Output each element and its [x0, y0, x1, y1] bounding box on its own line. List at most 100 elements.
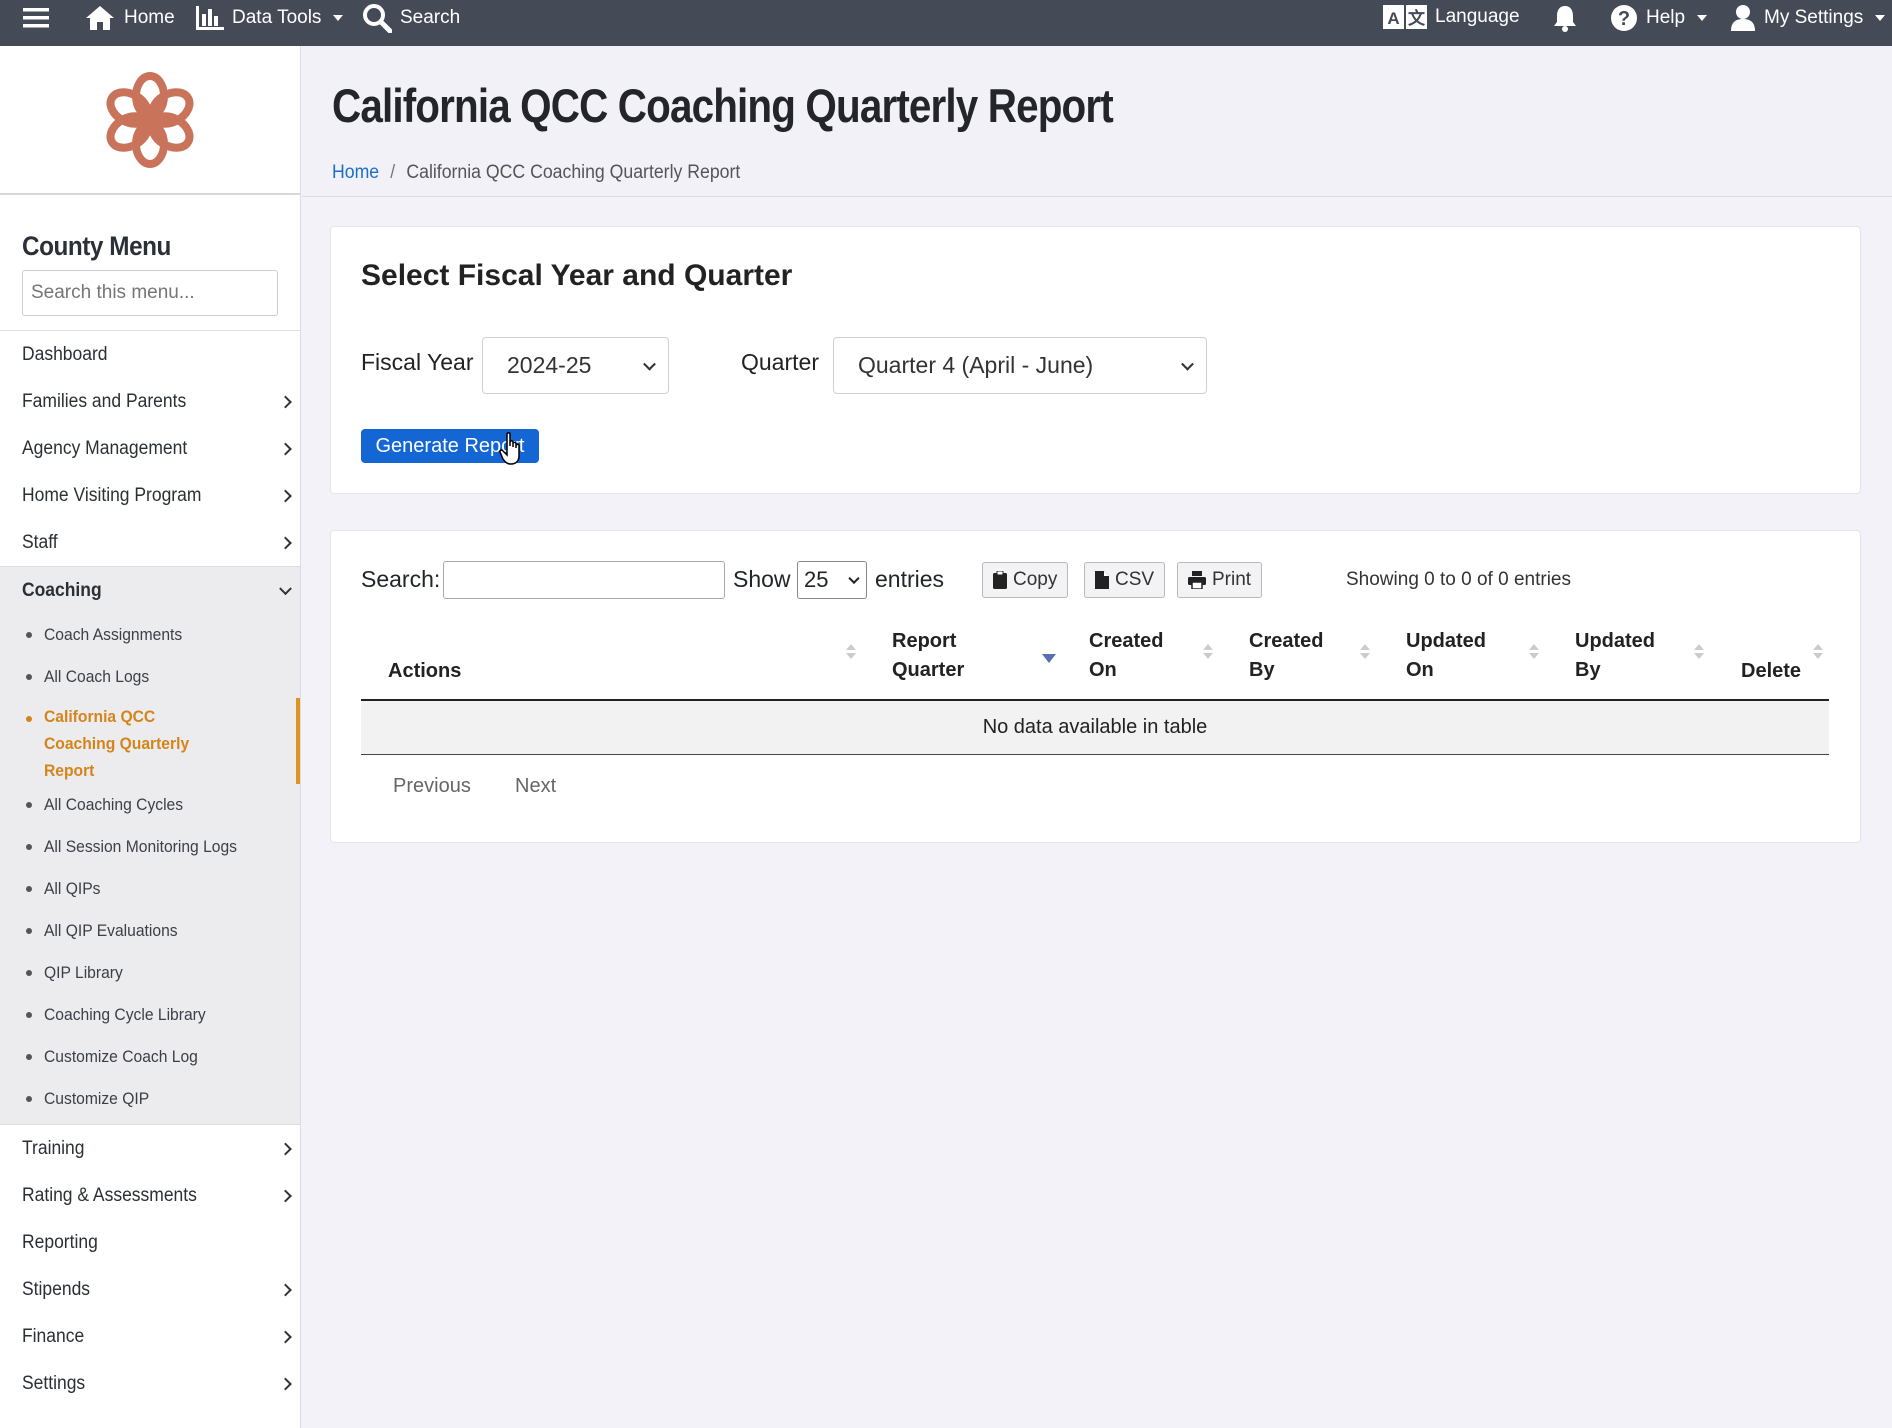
translate-icon: A文 — [1383, 5, 1427, 29]
column-header-actions[interactable]: Actions — [388, 657, 461, 686]
sidebar-item-training[interactable]: Training — [0, 1125, 300, 1172]
column-header-label: Updated — [1406, 630, 1486, 652]
copy-button[interactable]: Copy — [982, 562, 1069, 598]
show-label: Show — [733, 566, 791, 592]
svg-text:?: ? — [1618, 8, 1630, 30]
coaching-section: Coaching Coach Assignments All Coach Logs… — [0, 566, 300, 1125]
bullet-icon — [26, 928, 32, 934]
sidebar-item-coaching[interactable]: Coaching — [0, 567, 300, 614]
quarter-select[interactable]: Quarter 4 (April - June) — [833, 337, 1207, 394]
submenu-item-coach-assignments[interactable]: Coach Assignments — [0, 614, 300, 656]
bullet-icon — [26, 674, 32, 680]
submenu-item-all-qips[interactable]: All QIPs — [0, 868, 300, 910]
table-info: Showing 0 to 0 of 0 entries — [1346, 569, 1571, 590]
breadcrumb-home-link[interactable]: Home — [332, 162, 379, 183]
filter-card: Select Fiscal Year and Quarter Fiscal Ye… — [330, 226, 1861, 494]
home-icon — [86, 6, 114, 30]
submenu-item-all-session-monitoring-logs[interactable]: All Session Monitoring Logs — [0, 826, 300, 868]
pagination-next[interactable]: Next — [515, 775, 556, 798]
submenu-item-label: All Session Monitoring Logs — [44, 837, 237, 856]
submenu-item-customize-coach-log[interactable]: Customize Coach Log — [0, 1036, 300, 1078]
hamburger-menu-icon[interactable] — [23, 6, 49, 35]
nav-my-settings[interactable]: My Settings — [1730, 4, 1886, 32]
nav-data-tools[interactable]: Data Tools — [196, 6, 344, 30]
menu-list-bottom: Training Rating & Assessments Reporting Sti… — [0, 1125, 300, 1407]
breadcrumb: Home / California QCC Coaching Quarterly R… — [332, 162, 740, 184]
chevron-right-icon — [279, 442, 292, 455]
sidebar-item-home-visiting-program[interactable]: Home Visiting Program — [0, 472, 300, 519]
chevron-right-icon — [279, 395, 292, 408]
bell-icon[interactable] — [1553, 4, 1577, 37]
breadcrumb-separator: / — [390, 162, 396, 183]
sort-down-icon — [1694, 653, 1704, 659]
submenu-item-label: All QIPs — [44, 879, 101, 898]
column-header-updated-on[interactable]: Updated On — [1406, 627, 1486, 685]
csv-button[interactable]: CSV — [1084, 562, 1166, 598]
print-button[interactable]: Print — [1177, 562, 1263, 598]
sidebar-item-finance[interactable]: Finance — [0, 1313, 300, 1360]
sort-down-icon — [1360, 653, 1370, 659]
column-header-label: By — [1575, 659, 1601, 681]
submenu-item-all-qip-evaluations[interactable]: All QIP Evaluations — [0, 910, 300, 952]
nav-help[interactable]: ? Help — [1610, 4, 1708, 32]
sidebar-item-stipends[interactable]: Stipends — [0, 1266, 300, 1313]
column-header-created-on[interactable]: Created On — [1089, 627, 1163, 685]
bullet-icon — [26, 1054, 32, 1060]
nav-language[interactable]: A文 Language — [1383, 5, 1520, 29]
column-header-report-quarter[interactable]: Report Quarter — [892, 627, 964, 685]
help-icon: ? — [1611, 5, 1637, 31]
sidebar-item-dashboard[interactable]: Dashboard — [0, 331, 300, 378]
chevron-down-icon — [279, 581, 292, 595]
sidebar-item-staff[interactable]: Staff — [0, 519, 300, 566]
chevron-right-icon — [279, 1283, 292, 1296]
sidebar-item-families-and-parents[interactable]: Families and Parents — [0, 378, 300, 425]
sidebar-item-reporting[interactable]: Reporting — [0, 1219, 300, 1266]
submenu-item-customize-qip[interactable]: Customize QIP — [0, 1078, 300, 1120]
menu-search-input[interactable] — [22, 270, 278, 316]
svg-text:A: A — [1387, 9, 1399, 28]
table-empty-row: No data available in table — [361, 701, 1829, 755]
submenu-item-all-coaching-cycles[interactable]: All Coaching Cycles — [0, 784, 300, 826]
sidebar-item-rating-assessments[interactable]: Rating & Assessments — [0, 1172, 300, 1219]
flower-logo[interactable] — [100, 68, 200, 172]
column-header-label: Delete — [1741, 660, 1802, 682]
filter-heading: Select Fiscal Year and Quarter — [361, 259, 793, 292]
column-header-delete[interactable]: Delete — [1741, 657, 1801, 686]
submenu-item-all-coach-logs[interactable]: All Coach Logs — [0, 656, 300, 698]
nav-search-label: Search — [400, 7, 461, 28]
column-header-created-by[interactable]: Created By — [1249, 627, 1323, 685]
submenu-item-california-qcc-coaching-quarterly-report[interactable]: California QCC Coaching Quarterly Report — [0, 698, 300, 784]
sidebar-item-label: Dashboard — [22, 343, 108, 365]
column-header-updated-by[interactable]: Updated By — [1575, 627, 1655, 685]
fiscal-year-select[interactable]: 2024-25 — [482, 337, 669, 394]
sidebar-item-label: Rating & Assessments — [22, 1184, 197, 1206]
bar-chart-icon — [196, 6, 224, 30]
printer-icon — [1188, 571, 1206, 589]
sort-up-icon — [846, 644, 856, 650]
submenu-item-coaching-cycle-library[interactable]: Coaching Cycle Library — [0, 994, 300, 1036]
chevron-down-icon — [1181, 357, 1194, 371]
submenu-item-qip-library[interactable]: QIP Library — [0, 952, 300, 994]
nav-home[interactable]: Home — [84, 4, 175, 32]
user-icon — [1731, 5, 1755, 31]
column-header-label: Quarter — [892, 659, 965, 681]
chevron-down-icon — [333, 15, 344, 21]
sidebar-item-agency-management[interactable]: Agency Management — [0, 425, 300, 472]
nav-my-settings-label: My Settings — [1764, 7, 1864, 28]
nav-search[interactable]: Search — [362, 3, 460, 33]
bullet-icon — [26, 1096, 32, 1102]
county-menu-title: County Menu — [22, 231, 171, 261]
chevron-right-icon — [279, 1377, 292, 1390]
sidebar-item-settings[interactable]: Settings — [0, 1360, 300, 1407]
submenu-item-label: Coaching Cycle Library — [44, 1005, 206, 1024]
pagination-previous[interactable]: Previous — [393, 775, 471, 798]
sort-down-icon — [1203, 653, 1213, 659]
column-header-label: On — [1089, 659, 1117, 681]
bullet-icon — [26, 716, 32, 722]
entries-label: entries — [875, 566, 945, 592]
page-length-select[interactable]: 25 — [797, 561, 867, 599]
column-header-label: On — [1406, 659, 1434, 681]
table-search-label: Search: — [361, 566, 441, 592]
hand-cursor-icon — [499, 432, 520, 465]
table-search-input[interactable] — [443, 561, 725, 599]
